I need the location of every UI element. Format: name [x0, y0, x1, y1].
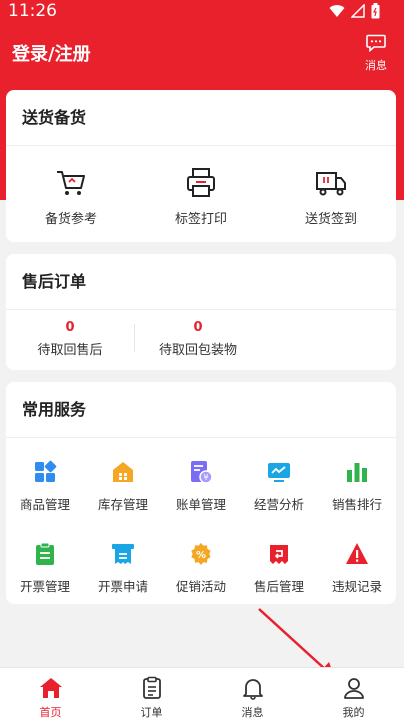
- tab-messages[interactable]: 消息: [202, 668, 303, 723]
- tab-mine-label: 我的: [342, 706, 365, 719]
- order-icon: [142, 676, 161, 699]
- annotation-arrow: [258, 608, 335, 678]
- tab-mine[interactable]: 我的: [303, 668, 404, 723]
- tab-home[interactable]: 首页: [0, 668, 101, 723]
- tab-orders[interactable]: 订单: [101, 668, 202, 723]
- tab-home-label: 首页: [39, 706, 62, 719]
- tab-messages-label: 消息: [241, 706, 264, 719]
- bottom-tab-bar: 首页 订单 消息 我的: [0, 667, 404, 723]
- bell-icon: [242, 679, 263, 700]
- user-icon: [343, 678, 364, 699]
- home-icon: [39, 678, 62, 698]
- tab-orders-label: 订单: [140, 706, 163, 719]
